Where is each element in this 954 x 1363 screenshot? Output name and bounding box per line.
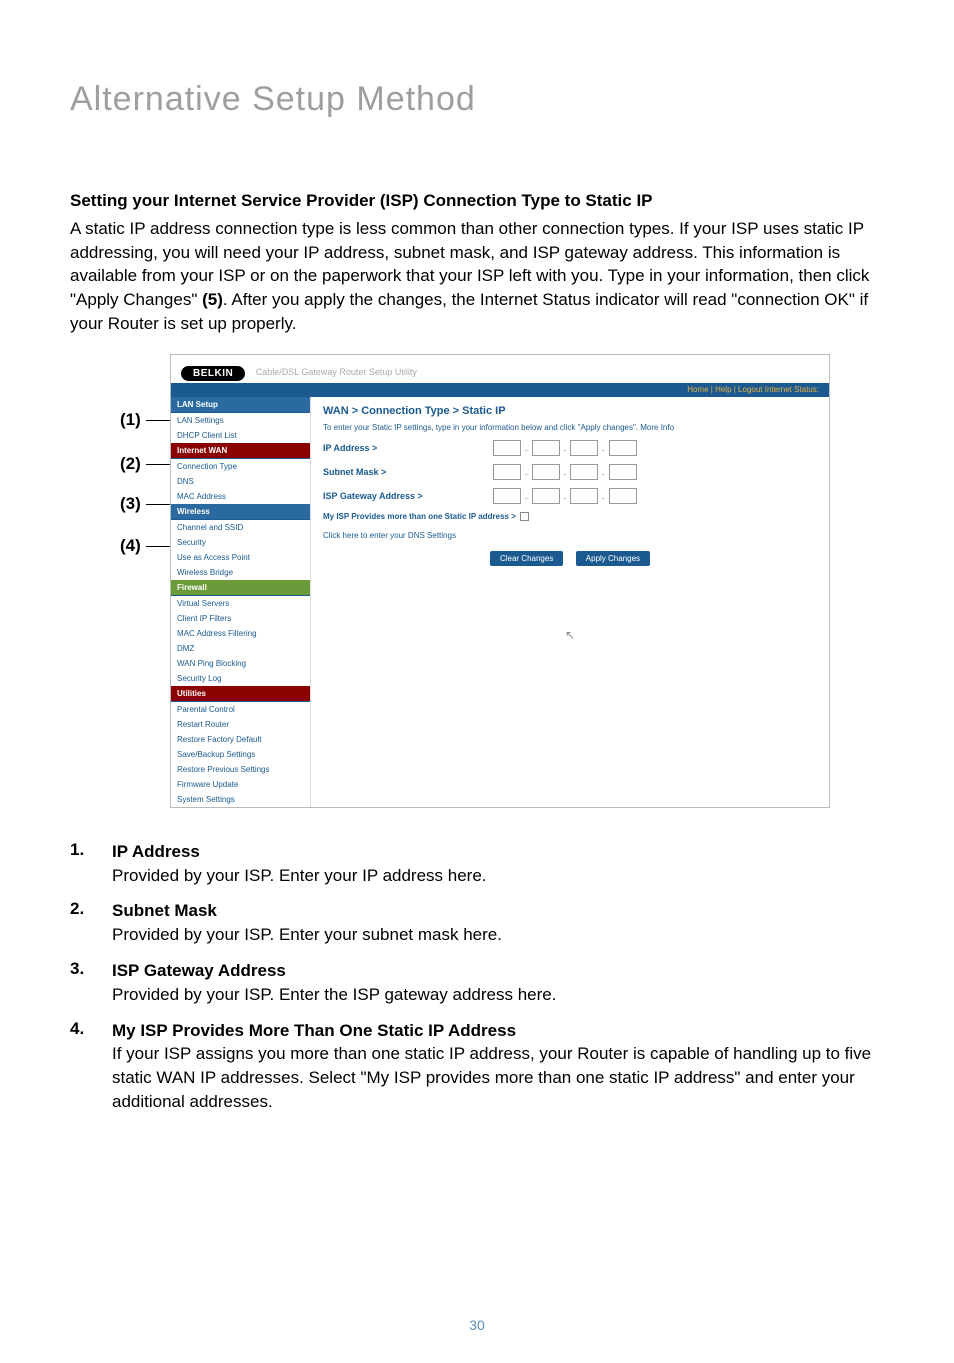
callout-line bbox=[146, 420, 172, 421]
sidebar-item-factory[interactable]: Restore Factory Default bbox=[171, 732, 310, 747]
brand-badge: BELKIN bbox=[181, 366, 245, 381]
label-subnet-mask: Subnet Mask > bbox=[323, 467, 493, 477]
section-heading: Setting your Internet Service Provider (… bbox=[70, 189, 884, 213]
sidebar-item-restart[interactable]: Restart Router bbox=[171, 717, 310, 732]
callout-3: (3) bbox=[120, 494, 141, 514]
sidebar-item-bridge[interactable]: Wireless Bridge bbox=[171, 565, 310, 580]
callout-4: (4) bbox=[120, 536, 141, 556]
sidebar-internet-wan: Internet WAN bbox=[171, 443, 310, 459]
ip-address-fields: . . . bbox=[493, 440, 637, 456]
sidebar-item-seclog[interactable]: Security Log bbox=[171, 671, 310, 686]
sidebar-firewall: Firewall bbox=[171, 580, 310, 596]
subnet-octet-input[interactable] bbox=[532, 464, 560, 480]
sidebar-item-ap[interactable]: Use as Access Point bbox=[171, 550, 310, 565]
ip-octet-input[interactable] bbox=[609, 440, 637, 456]
router-screenshot: (1) (2) (3) (4) (5) BELKIN Cable/DSL Gat… bbox=[120, 354, 860, 808]
sidebar-item-firmware[interactable]: Firmware Update bbox=[171, 777, 310, 792]
callout-line bbox=[146, 546, 172, 547]
subnet-octet-input[interactable] bbox=[609, 464, 637, 480]
sidebar-item-system[interactable]: System Settings bbox=[171, 792, 310, 807]
sidebar-item-dmz[interactable]: DMZ bbox=[171, 641, 310, 656]
callout-2: (2) bbox=[120, 454, 141, 474]
callout-1: (1) bbox=[120, 410, 141, 430]
gateway-octet-input[interactable] bbox=[493, 488, 521, 504]
list-number-1: 1. bbox=[70, 840, 112, 888]
multi-ip-label: My ISP Provides more than one Static IP … bbox=[323, 512, 516, 521]
content-description: To enter your Static IP settings, type i… bbox=[323, 423, 817, 432]
router-sidebar: LAN Setup LAN Settings DHCP Client List … bbox=[171, 397, 311, 807]
multi-ip-row: My ISP Provides more than one Static IP … bbox=[323, 512, 817, 521]
sidebar-item-channel-ssid[interactable]: Channel and SSID bbox=[171, 520, 310, 535]
ip-octet-input[interactable] bbox=[493, 440, 521, 456]
sidebar-item-conn-type[interactable]: Connection Type bbox=[171, 459, 310, 474]
list-text-multi-ip: If your ISP assigns you more than one st… bbox=[112, 1042, 884, 1113]
router-subtitle: Cable/DSL Gateway Router Setup Utility bbox=[256, 367, 417, 377]
label-ip-address: IP Address > bbox=[323, 443, 493, 453]
dns-settings-link[interactable]: Click here to enter your DNS Settings bbox=[323, 531, 817, 540]
gateway-octet-input[interactable] bbox=[609, 488, 637, 504]
clear-changes-button[interactable]: Clear Changes bbox=[490, 551, 563, 566]
sidebar-item-vs[interactable]: Virtual Servers bbox=[171, 596, 310, 611]
gateway-octet-input[interactable] bbox=[570, 488, 598, 504]
sidebar-item-mac-filter[interactable]: MAC Address Filtering bbox=[171, 626, 310, 641]
intro-ref-5: (5) bbox=[202, 290, 223, 309]
list-head-gateway: ISP Gateway Address bbox=[112, 959, 884, 983]
sidebar-item-save[interactable]: Save/Backup Settings bbox=[171, 747, 310, 762]
sidebar-item-filters[interactable]: Client IP Filters bbox=[171, 611, 310, 626]
list-head-ip-address: IP Address bbox=[112, 840, 884, 864]
list-number-3: 3. bbox=[70, 959, 112, 1007]
callout-line bbox=[146, 464, 172, 465]
sidebar-item-mac[interactable]: MAC Address bbox=[171, 489, 310, 504]
callout-line bbox=[146, 504, 172, 505]
list-text-gateway: Provided by your ISP. Enter the ISP gate… bbox=[112, 983, 884, 1007]
multi-ip-checkbox[interactable] bbox=[520, 512, 529, 521]
sidebar-item-dns[interactable]: DNS bbox=[171, 474, 310, 489]
list-number-2: 2. bbox=[70, 899, 112, 947]
sidebar-item-security[interactable]: Security bbox=[171, 535, 310, 550]
sidebar-item-parental[interactable]: Parental Control bbox=[171, 702, 310, 717]
sidebar-lan-setup: LAN Setup bbox=[171, 397, 310, 413]
sidebar-item-lan-settings[interactable]: LAN Settings bbox=[171, 413, 310, 428]
page-number: 30 bbox=[0, 1317, 954, 1333]
sidebar-item-dhcp[interactable]: DHCP Client List bbox=[171, 428, 310, 443]
list-text-ip-address: Provided by your ISP. Enter your IP addr… bbox=[112, 864, 884, 888]
subnet-octet-input[interactable] bbox=[570, 464, 598, 480]
sidebar-item-block[interactable]: WAN Ping Blocking bbox=[171, 656, 310, 671]
list-number-4: 4. bbox=[70, 1019, 112, 1114]
subnet-mask-fields: . . . bbox=[493, 464, 637, 480]
list-head-subnet-mask: Subnet Mask bbox=[112, 899, 884, 923]
label-gateway: ISP Gateway Address > bbox=[323, 491, 493, 501]
subnet-octet-input[interactable] bbox=[493, 464, 521, 480]
content-title: WAN > Connection Type > Static IP bbox=[323, 405, 817, 417]
list-head-multi-ip: My ISP Provides More Than One Static IP … bbox=[112, 1019, 884, 1043]
intro-paragraph: A static IP address connection type is l… bbox=[70, 217, 884, 336]
list-text-subnet-mask: Provided by your ISP. Enter your subnet … bbox=[112, 923, 884, 947]
router-topbar: Home | Help | Logout Internet Status: bbox=[171, 383, 829, 397]
cursor-icon: ↖ bbox=[323, 628, 817, 642]
sidebar-item-restore[interactable]: Restore Previous Settings bbox=[171, 762, 310, 777]
gateway-fields: . . . bbox=[493, 488, 637, 504]
ip-octet-input[interactable] bbox=[532, 440, 560, 456]
gateway-octet-input[interactable] bbox=[532, 488, 560, 504]
ip-octet-input[interactable] bbox=[570, 440, 598, 456]
apply-changes-button[interactable]: Apply Changes bbox=[576, 551, 650, 566]
sidebar-wireless: Wireless bbox=[171, 504, 310, 520]
sidebar-utilities: Utilities bbox=[171, 686, 310, 702]
page-title: Alternative Setup Method bbox=[70, 80, 884, 119]
